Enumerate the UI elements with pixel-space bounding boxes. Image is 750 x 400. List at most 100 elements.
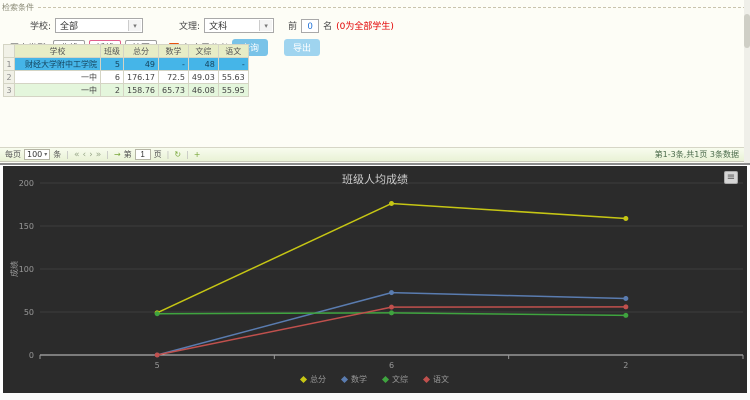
cell-chinese: 55.63 [218, 71, 248, 84]
legend-item-文综[interactable]: 文综 [383, 374, 408, 385]
top-n-input[interactable] [301, 19, 319, 33]
school-label: 学校: [30, 19, 51, 32]
legend-item-总分[interactable]: 总分 [301, 374, 326, 385]
table-row[interactable]: 2 一中 6 176.17 72.5 49.03 55.63 [4, 71, 249, 84]
fieldset-legend: 检索条件 [0, 0, 750, 13]
filter-row-1: 学校: 全部 ▾ 文理: 文科 ▾ 前 名 (0为全部学生) [30, 18, 750, 33]
svg-text:2: 2 [623, 361, 628, 370]
legend-marker-icon [341, 376, 348, 383]
top-n-label: 前 [288, 19, 297, 32]
per-page-value: 100 [27, 150, 42, 159]
chevron-down-icon: ▾ [259, 20, 272, 31]
fieldset-legend-text: 检索条件 [2, 2, 34, 13]
cell-total: 49 [124, 58, 159, 71]
rownum-header [4, 45, 15, 58]
line-chart: 050100150200成绩562 [3, 166, 747, 393]
first-page-icon[interactable]: « [74, 150, 80, 160]
vertical-scrollbar[interactable] [744, 0, 750, 163]
cell-total: 176.17 [124, 71, 159, 84]
go-page-icon[interactable]: → [114, 150, 121, 159]
per-page-label: 每页 [5, 149, 21, 160]
chart-title: 班级人均成绩 [3, 171, 747, 187]
export-button[interactable]: 导出 [284, 39, 320, 56]
results-table: 学校 班级 总分 数学 文综 语文 1 财经大学附中工学院 5 49 - 48 … [3, 44, 249, 97]
col-header-total[interactable]: 总分 [124, 45, 159, 58]
pager-separator: | [106, 150, 109, 159]
stream-select[interactable]: 文科 ▾ [204, 18, 274, 33]
pager-separator: | [66, 150, 69, 159]
page-number-input[interactable] [135, 149, 151, 160]
legend-item-语文[interactable]: 语文 [424, 374, 449, 385]
legend-item-数学[interactable]: 数学 [342, 374, 367, 385]
cell-wenzong: 46.08 [188, 84, 218, 97]
svg-text:100: 100 [19, 265, 34, 274]
section-divider [0, 163, 750, 165]
per-page-select[interactable]: 100 ▾ [24, 149, 50, 160]
cell-math: - [159, 58, 189, 71]
page-suffix: 页 [154, 149, 162, 160]
table-header-row: 学校 班级 总分 数学 文综 语文 [4, 45, 249, 58]
chevron-down-icon: ▾ [128, 20, 141, 31]
stream-select-value: 文科 [209, 19, 227, 32]
chevron-down-icon: ▾ [44, 151, 47, 158]
cell-total: 158.76 [124, 84, 159, 97]
cell-school: 一中 [15, 71, 101, 84]
col-header-chinese[interactable]: 语文 [218, 45, 248, 58]
legend-label: 数学 [351, 374, 367, 385]
stream-label: 文理: [179, 19, 200, 32]
legend-label: 语文 [433, 374, 449, 385]
refresh-icon[interactable]: ↻ [174, 150, 181, 159]
last-page-icon[interactable]: » [96, 150, 102, 160]
resize-grid-icon[interactable]: + [194, 150, 201, 159]
pager-separator: | [186, 150, 189, 159]
cell-math: 65.73 [159, 84, 189, 97]
cell-math: 72.5 [159, 71, 189, 84]
school-select[interactable]: 全部 ▾ [55, 18, 143, 33]
cell-school: 财经大学附中工学院 [15, 58, 101, 71]
cell-wenzong: 49.03 [188, 71, 218, 84]
row-number: 1 [4, 58, 15, 71]
pager-bar: 每页 100 ▾ 条 | « ‹ › » | → 第 页 | ↻ | + 第1-… [0, 147, 744, 162]
svg-text:6: 6 [389, 361, 394, 370]
svg-text:50: 50 [24, 308, 34, 317]
col-header-wenzong[interactable]: 文综 [188, 45, 218, 58]
svg-text:5: 5 [155, 361, 160, 370]
svg-text:150: 150 [19, 222, 34, 231]
pager-summary: 第1-3条,共1页 3条数据 [655, 149, 739, 160]
col-header-class[interactable]: 班级 [101, 45, 124, 58]
per-page-suffix: 条 [53, 149, 61, 160]
cell-class: 6 [101, 71, 124, 84]
cell-wenzong: 48 [188, 58, 218, 71]
scrollbar-thumb[interactable] [744, 14, 750, 48]
cell-chinese: - [218, 58, 248, 71]
legend-label: 文综 [392, 374, 408, 385]
top-n-suffix: 名 [323, 19, 332, 32]
cell-chinese: 55.95 [218, 84, 248, 97]
line-chart-panel: 050100150200成绩562 班级人均成绩 ≡ 总分数学文综语文 [3, 166, 747, 393]
prev-page-icon[interactable]: ‹ [83, 150, 87, 160]
next-page-icon[interactable]: › [89, 150, 93, 160]
legend-marker-icon [382, 376, 389, 383]
top-n-hint: (0为全部学生) [336, 19, 394, 32]
svg-text:0: 0 [29, 351, 34, 360]
chart-legend: 总分 数学 文综 语文 [3, 374, 747, 385]
svg-text:成绩: 成绩 [9, 261, 19, 277]
fieldset-rule [38, 7, 746, 8]
school-select-value: 全部 [60, 19, 78, 32]
table-row[interactable]: 1 财经大学附中工学院 5 49 - 48 - [4, 58, 249, 71]
legend-marker-icon [300, 376, 307, 383]
table-row[interactable]: 3 一中 2 158.76 65.73 46.08 55.95 [4, 84, 249, 97]
page-label: 第 [124, 149, 132, 160]
cell-class: 5 [101, 58, 124, 71]
legend-marker-icon [423, 376, 430, 383]
row-number: 2 [4, 71, 15, 84]
pager-separator: | [167, 150, 170, 159]
cell-class: 2 [101, 84, 124, 97]
chart-menu-icon[interactable]: ≡ [724, 171, 738, 184]
cell-school: 一中 [15, 84, 101, 97]
col-header-math[interactable]: 数学 [159, 45, 189, 58]
bottom-strip [0, 393, 750, 400]
legend-label: 总分 [310, 374, 326, 385]
col-header-school[interactable]: 学校 [15, 45, 101, 58]
row-number: 3 [4, 84, 15, 97]
